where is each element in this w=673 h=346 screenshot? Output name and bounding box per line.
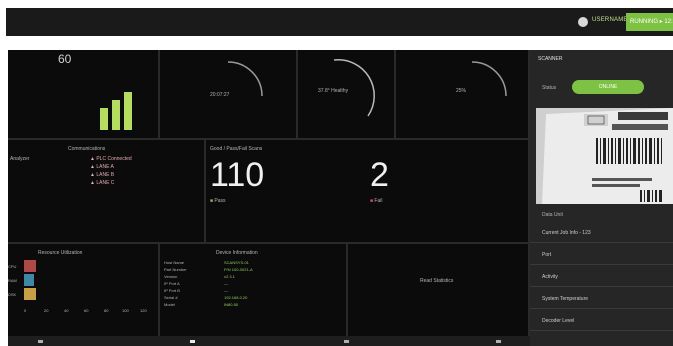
device-info-title: Device Information xyxy=(216,250,258,256)
scroll-marker xyxy=(38,340,43,343)
gear-icon[interactable] xyxy=(578,17,588,27)
sidebar-row[interactable]: Decoder Level xyxy=(530,312,673,331)
sidebar-row[interactable]: Activity xyxy=(530,268,673,287)
chart-bar xyxy=(100,108,108,130)
percent-value: 25% xyxy=(456,88,467,94)
sidebar-row[interactable]: Port xyxy=(530,246,673,265)
communications-left-label: Analyzer xyxy=(10,156,30,162)
sidebar-row[interactable]: System Temperature xyxy=(530,290,673,309)
sidebar-row-label: Activity xyxy=(542,274,558,280)
read-statistics-panel: Read Statistics xyxy=(348,244,528,336)
chart-bar xyxy=(112,100,120,130)
device-value: SCANSYS-01 xyxy=(224,260,249,265)
camera-preview xyxy=(536,108,673,204)
scroll-marker xyxy=(190,340,195,343)
user-label[interactable]: USERNAME xyxy=(592,17,628,23)
resource-tick: 60 xyxy=(84,308,89,313)
device-key: Model xyxy=(164,302,175,307)
scroll-marker xyxy=(344,340,349,343)
device-key: Part Number xyxy=(164,267,187,272)
resource-row-label: DSK xyxy=(8,292,17,297)
status-label: Status xyxy=(542,85,557,91)
device-value: 192.168.0.20 xyxy=(224,295,248,300)
resource-tick: 120 xyxy=(140,308,147,313)
sidebar-row[interactable]: Current Job Info - 123 xyxy=(530,224,673,243)
communications-item: ▲ LANE A xyxy=(90,164,114,170)
device-key: IP Port A xyxy=(164,281,180,286)
online-toggle[interactable]: ONLINE xyxy=(572,80,644,94)
count-panel: 60 xyxy=(8,50,158,138)
device-value: — xyxy=(224,281,228,286)
data-unit-label: Data Unit xyxy=(542,212,563,218)
sidebar-row-label: Decoder Level xyxy=(542,318,575,324)
resource-title: Resource Utilization xyxy=(38,250,83,256)
pass-label-text: Pass xyxy=(214,198,226,204)
status-button[interactable]: RUNNING ▸ 12:34 xyxy=(626,13,673,31)
camera-image xyxy=(536,108,673,204)
timer-panel: 20:07:27 xyxy=(160,50,296,138)
scan-counts-panel: Good / Pass/Fail Scans 110 2 ■ Pass ■ Fa… xyxy=(206,140,528,242)
fail-count: 2 xyxy=(370,156,389,194)
resource-bar-dsk xyxy=(24,288,36,300)
communications-item: ▲ PLC Connected xyxy=(90,156,132,162)
resource-tick: 20 xyxy=(44,308,49,313)
timer-gauge-arc xyxy=(227,61,263,97)
top-bar: USERNAME RUNNING ▸ 12:34 xyxy=(6,8,673,36)
device-value: IN80-50 xyxy=(224,302,239,307)
resource-tick: 80 xyxy=(104,308,109,313)
device-value: — xyxy=(224,288,228,293)
sidebar-title: SCANNER xyxy=(538,56,563,62)
pass-count: 110 xyxy=(210,156,265,194)
temperature-value: 37.8° Healthy xyxy=(318,88,349,94)
resource-panel: Resource Utilization CPU RAM DSK 0 20 40… xyxy=(8,244,158,336)
timer-value: 20:07:27 xyxy=(210,92,230,98)
device-key: IP Port B xyxy=(164,288,180,293)
device-key: Serial # xyxy=(164,295,178,300)
sidebar-row-label: Port xyxy=(542,252,552,258)
dashboard: 60 20:07:27 37.8° Healthy 25% Analyzer C… xyxy=(8,50,673,346)
resource-tick: 0 xyxy=(24,308,27,313)
device-key: Version xyxy=(164,274,178,279)
communications-item: ▲ LANE C xyxy=(90,180,115,186)
scan-counts-title: Good / Pass/Fail Scans xyxy=(210,146,263,152)
communications-panel: Analyzer Communications ▲ PLC Connected … xyxy=(8,140,204,242)
sidebar-row-label: Current Job Info - 123 xyxy=(542,230,591,236)
read-statistics-label: Read Statistics xyxy=(420,278,454,284)
device-key: Host Name xyxy=(164,260,185,265)
percent-panel: 25% xyxy=(396,50,528,138)
temperature-panel: 37.8° Healthy xyxy=(298,50,394,138)
bottom-scrollbar[interactable] xyxy=(8,336,530,346)
pass-label: ■ Pass xyxy=(210,198,226,204)
percent-gauge-arc xyxy=(471,61,507,97)
resource-row-label: CPU xyxy=(8,264,17,269)
fail-label: ■ Fail xyxy=(370,198,383,204)
communications-title: Communications xyxy=(68,146,106,152)
scanner-sidebar: SCANNER Status ONLINE Data Unit Current … xyxy=(530,50,673,346)
device-value: P/N 100-0021-A xyxy=(224,267,253,272)
device-value: v2.3.1 xyxy=(224,274,235,279)
resource-tick: 100 xyxy=(122,308,129,313)
count-value: 60 xyxy=(58,52,72,66)
chart-bar xyxy=(124,92,132,130)
resource-row-label: RAM xyxy=(8,278,17,283)
device-info-panel: Device Information Host Name Part Number… xyxy=(160,244,346,336)
resource-bar-ram xyxy=(24,274,34,286)
resource-bar-cpu xyxy=(24,260,36,272)
sidebar-row-label: System Temperature xyxy=(542,296,589,302)
resource-tick: 40 xyxy=(64,308,69,313)
fail-label-text: Fail xyxy=(374,198,383,204)
communications-item: ▲ LANE B xyxy=(90,172,115,178)
scroll-marker xyxy=(496,340,501,343)
